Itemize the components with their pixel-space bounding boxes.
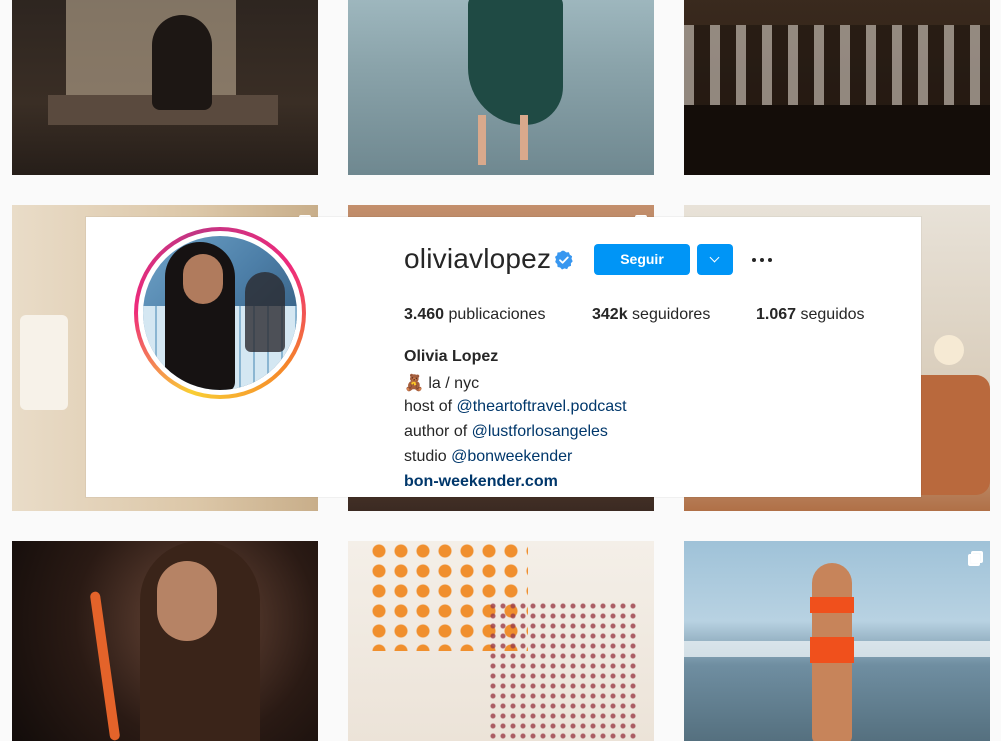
avatar-story-ring[interactable] <box>134 227 306 399</box>
bio-line-host: host of @theartoftravel.podcast <box>404 398 627 416</box>
bio-line-studio: studio @bonweekender <box>404 448 572 466</box>
multiple-photos-icon <box>968 551 983 566</box>
grid-post-8[interactable] <box>348 541 654 741</box>
follow-button[interactable]: Seguir <box>594 244 690 275</box>
mention-link-bonweekender[interactable]: @bonweekender <box>451 448 572 465</box>
bio-line-author: author of @lustforlosangeles <box>404 423 608 441</box>
posts-count: 3.460 publicaciones <box>404 306 545 324</box>
following-count[interactable]: 1.067 seguidos <box>756 306 865 324</box>
teddy-bear-emoji-icon: 🧸 <box>404 375 424 392</box>
profile-hover-card: oliviavlopez Seguir 3.460 publicaciones … <box>86 217 921 497</box>
avatar[interactable] <box>143 236 297 390</box>
bio-text: host of <box>404 398 457 415</box>
grid-post-1[interactable] <box>12 0 318 175</box>
mention-link-theartoftravel[interactable]: @theartoftravel.podcast <box>456 398 626 415</box>
bio-text: studio <box>404 448 452 465</box>
followers-count[interactable]: 342k seguidores <box>592 306 710 324</box>
website-link[interactable]: bon-weekender.com <box>404 473 558 491</box>
bio-text: la / nyc <box>428 375 480 392</box>
full-name: Olivia Lopez <box>404 348 499 365</box>
username[interactable]: oliviavlopez <box>404 243 551 275</box>
verified-badge-icon <box>555 250 573 270</box>
suggested-accounts-dropdown-button[interactable] <box>697 244 733 275</box>
stat-value: 3.460 <box>404 306 445 323</box>
grid-post-7[interactable] <box>12 541 318 741</box>
bio-line-location: 🧸 la / nyc <box>404 373 479 393</box>
stat-label: publicaciones <box>448 306 546 323</box>
bio-text: author of <box>404 423 472 440</box>
mention-link-lustforlosangeles[interactable]: @lustforlosangeles <box>472 423 608 440</box>
stat-label: seguidos <box>800 306 865 323</box>
stat-value: 1.067 <box>756 306 797 323</box>
stat-label: seguidores <box>632 306 711 323</box>
more-options-icon[interactable] <box>752 250 776 270</box>
stat-value: 342k <box>592 306 628 323</box>
grid-post-3[interactable] <box>684 0 990 175</box>
grid-post-2[interactable] <box>348 0 654 175</box>
grid-post-9[interactable] <box>684 541 990 741</box>
